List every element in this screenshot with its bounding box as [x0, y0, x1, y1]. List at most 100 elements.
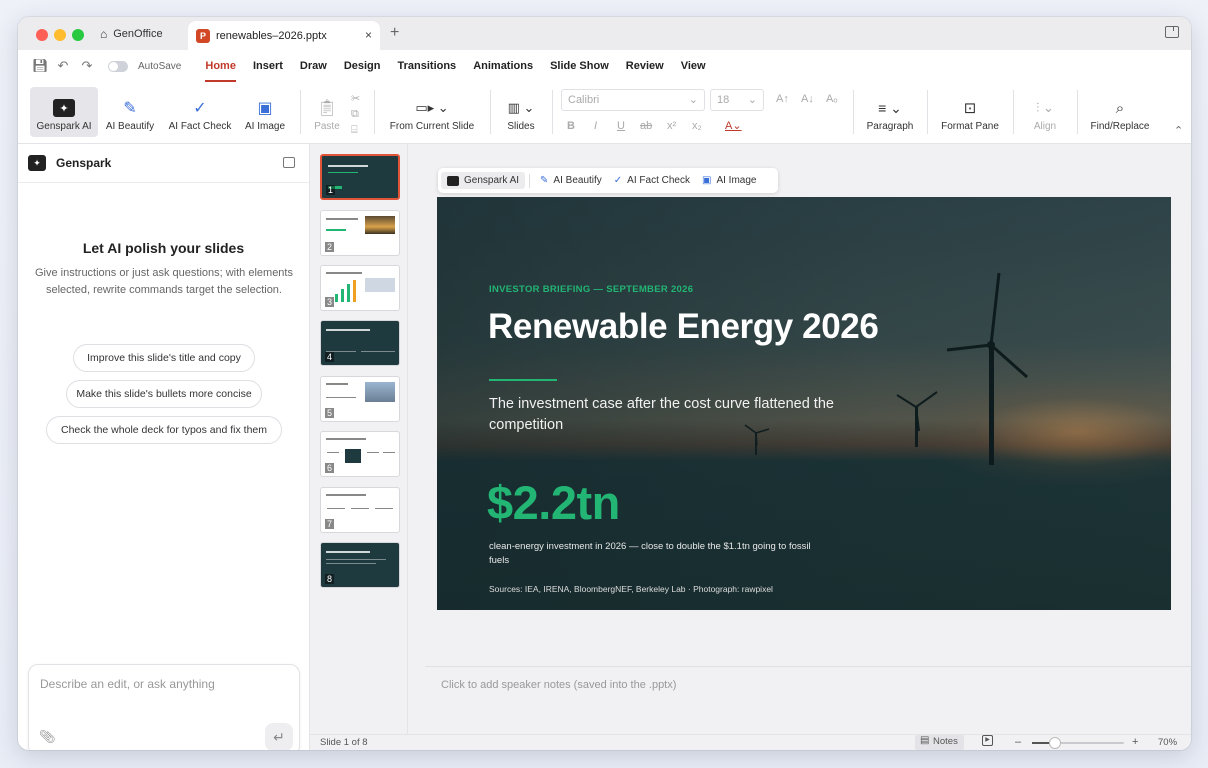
thumbnail-number: 4 [325, 352, 335, 362]
slide-title[interactable]: Renewable Energy 2026 [488, 307, 879, 347]
font-family-select[interactable]: Calibri ⌄ [561, 89, 705, 111]
thumbnail-slide-6[interactable]: 6 [320, 431, 400, 477]
new-tab-icon[interactable]: + [390, 24, 399, 42]
undo-icon[interactable]: ↶ [56, 58, 70, 74]
ai-composer[interactable]: Describe an edit, or ask anything 📎︎ ↵ [28, 664, 300, 750]
italic-icon[interactable]: I [594, 120, 597, 132]
menu-row: 💾︎ ↶ ↷ AutoSave Home Insert Draw Design … [18, 50, 1191, 82]
underline-icon[interactable]: U [617, 120, 625, 132]
float-ai-beautify-button[interactable]: ✎ AI Beautify [534, 172, 608, 189]
send-button[interactable]: ↵ [265, 723, 293, 750]
slide-sources[interactable]: Sources: IEA, IRENA, BloombergNEF, Berke… [489, 584, 773, 594]
suggestion-chip[interactable]: Check the whole deck for typos and fix t… [46, 416, 282, 444]
slide-eyebrow[interactable]: INVESTOR BRIEFING — SEPTEMBER 2026 [489, 284, 693, 295]
thumbnail-number: 7 [325, 519, 335, 529]
slide-canvas[interactable]: INVESTOR BRIEFING — SEPTEMBER 2026 Renew… [437, 197, 1171, 610]
zoom-level[interactable]: 70% [1158, 737, 1177, 748]
suggestion-chip[interactable]: Make this slide's bullets more concise [66, 380, 262, 408]
zoom-slider[interactable] [1032, 737, 1124, 749]
redo-icon[interactable]: ↷ [80, 58, 94, 74]
zoom-in-button[interactable]: + [1132, 736, 1138, 748]
autosave-label: AutoSave [138, 60, 182, 72]
attach-icon[interactable]: 📎︎ [39, 729, 56, 745]
notes-toggle-button[interactable]: Notes [915, 735, 964, 750]
paragraph-button[interactable]: ≡ ⌄ Paragraph [863, 87, 917, 137]
menu-review[interactable]: Review [626, 56, 664, 76]
float-ai-image-button[interactable]: ▣ AI Image [696, 172, 762, 189]
autosave-toggle[interactable] [108, 60, 128, 72]
font-color-icon[interactable]: A⌄ [725, 119, 742, 132]
thumbnail-slide-5[interactable]: 5 [320, 376, 400, 422]
slides-button[interactable]: ▥ ⌄ Slides [500, 87, 542, 137]
clear-formatting-icon[interactable]: Aₒ [826, 93, 838, 105]
float-genspark-ai-button[interactable]: Genspark AI [441, 172, 526, 189]
menu-insert[interactable]: Insert [253, 56, 283, 76]
thumbnail-slide-1[interactable]: 1 [320, 154, 400, 200]
strikethrough-icon[interactable]: ab [640, 120, 652, 132]
thumbnail-slide-3[interactable]: 3 [320, 265, 400, 311]
notes-placeholder[interactable]: Click to add speaker notes (saved into t… [441, 679, 676, 691]
format-painter-icon[interactable]: ⌸ [351, 124, 358, 137]
menu-design[interactable]: Design [344, 56, 381, 76]
thumbnail-slide-7[interactable]: 7 [320, 487, 400, 533]
font-size-select[interactable]: 18 ⌄ [710, 89, 764, 111]
genspark-ai-button[interactable]: ✦ Genspark AI [30, 87, 98, 137]
chevron-down-icon: ⌄ [747, 94, 757, 106]
slide-indicator: Slide 1 of 8 [320, 737, 368, 748]
menu-slide-show[interactable]: Slide Show [550, 56, 609, 76]
slide-big-number[interactable]: $2.2tn [487, 475, 620, 530]
paste-button[interactable]: 📋︎ Paste [310, 87, 344, 137]
status-bar: Slide 1 of 8 Notes ▶ – + 70% [310, 734, 1191, 750]
sparkle-icon: ✦ [53, 99, 75, 117]
superscript-icon[interactable]: x² [667, 120, 676, 132]
thumbnail-slide-2[interactable]: 2 [320, 210, 400, 256]
from-current-slide-button[interactable]: ▭▸ ⌄ From Current Slide [384, 87, 480, 137]
suggestion-chip[interactable]: Improve this slide's title and copy [73, 344, 255, 372]
menu-home[interactable]: Home [205, 56, 236, 82]
zoom-slider-handle[interactable] [1049, 737, 1061, 749]
float-ai-fact-check-button[interactable]: ✓ AI Fact Check [608, 172, 696, 189]
increase-font-icon[interactable]: A↑ [776, 93, 789, 105]
decrease-font-icon[interactable]: A↓ [801, 93, 814, 105]
ribbon-separator [552, 90, 553, 134]
collapse-ribbon-icon[interactable]: ⌃ [1174, 124, 1183, 137]
tab-genoffice[interactable]: ⌂ GenOffice [100, 17, 163, 50]
menu-animations[interactable]: Animations [473, 56, 533, 76]
cut-icon[interactable]: ✂ [351, 92, 360, 105]
menu-view[interactable]: View [681, 56, 706, 76]
button-label: AI Beautify [553, 175, 602, 186]
paragraph-align-icon: ≡ ⌄ [878, 99, 902, 116]
close-tab-icon[interactable]: × [365, 28, 372, 42]
ai-image-button[interactable]: ▣ AI Image [242, 87, 288, 137]
button-label: AI Beautify [105, 121, 155, 132]
menu-draw[interactable]: Draw [300, 56, 327, 76]
ai-fact-check-button[interactable]: ✓ AI Fact Check [166, 87, 234, 137]
format-pane-button[interactable]: ⊡ Format Pane [937, 87, 1003, 137]
minimize-window-button[interactable] [54, 29, 66, 41]
slide-caption[interactable]: clean-energy investment in 2026 — close … [489, 540, 829, 568]
copy-icon[interactable]: ⧉ [351, 108, 359, 121]
thumbnail-slide-4[interactable]: 4 [320, 320, 400, 366]
play-slideshow-icon[interactable]: ▶ [982, 735, 993, 746]
align-button[interactable]: ⫶ ⌄ Align [1023, 87, 1067, 137]
thumbnail-slide-8[interactable]: 8 [320, 542, 400, 588]
maximize-window-button[interactable] [72, 29, 84, 41]
button-label: Genspark AI [36, 121, 92, 132]
collapse-panel-icon[interactable] [283, 157, 295, 168]
slide-subtitle[interactable]: The investment case after the cost curve… [489, 394, 849, 436]
close-window-button[interactable] [36, 29, 48, 41]
slideshow-icon: ▭▸ ⌄ [415, 100, 449, 115]
tab-renewables-pptx[interactable]: P renewables–2026.pptx × [188, 21, 380, 50]
find-replace-button[interactable]: ⌕ Find/Replace [1087, 87, 1153, 137]
title-bar: ⌂ GenOffice P renewables–2026.pptx × + [18, 17, 1191, 50]
speaker-notes[interactable]: Click to add speaker notes (saved into t… [425, 666, 1191, 734]
composer-input[interactable]: Describe an edit, or ask anything [40, 677, 215, 691]
bold-icon[interactable]: B [567, 120, 575, 132]
save-icon[interactable]: 💾︎ [32, 58, 49, 74]
slide-editor: Genspark AI ✎ AI Beautify ✓ AI Fact Chec… [408, 144, 1191, 734]
ai-beautify-button[interactable]: ✎ AI Beautify [104, 87, 156, 137]
zoom-out-button[interactable]: – [1015, 736, 1021, 748]
menu-transitions[interactable]: Transitions [398, 56, 457, 76]
sidebar-toggle-icon[interactable] [1165, 26, 1179, 38]
subscript-icon[interactable]: x₂ [692, 120, 702, 132]
